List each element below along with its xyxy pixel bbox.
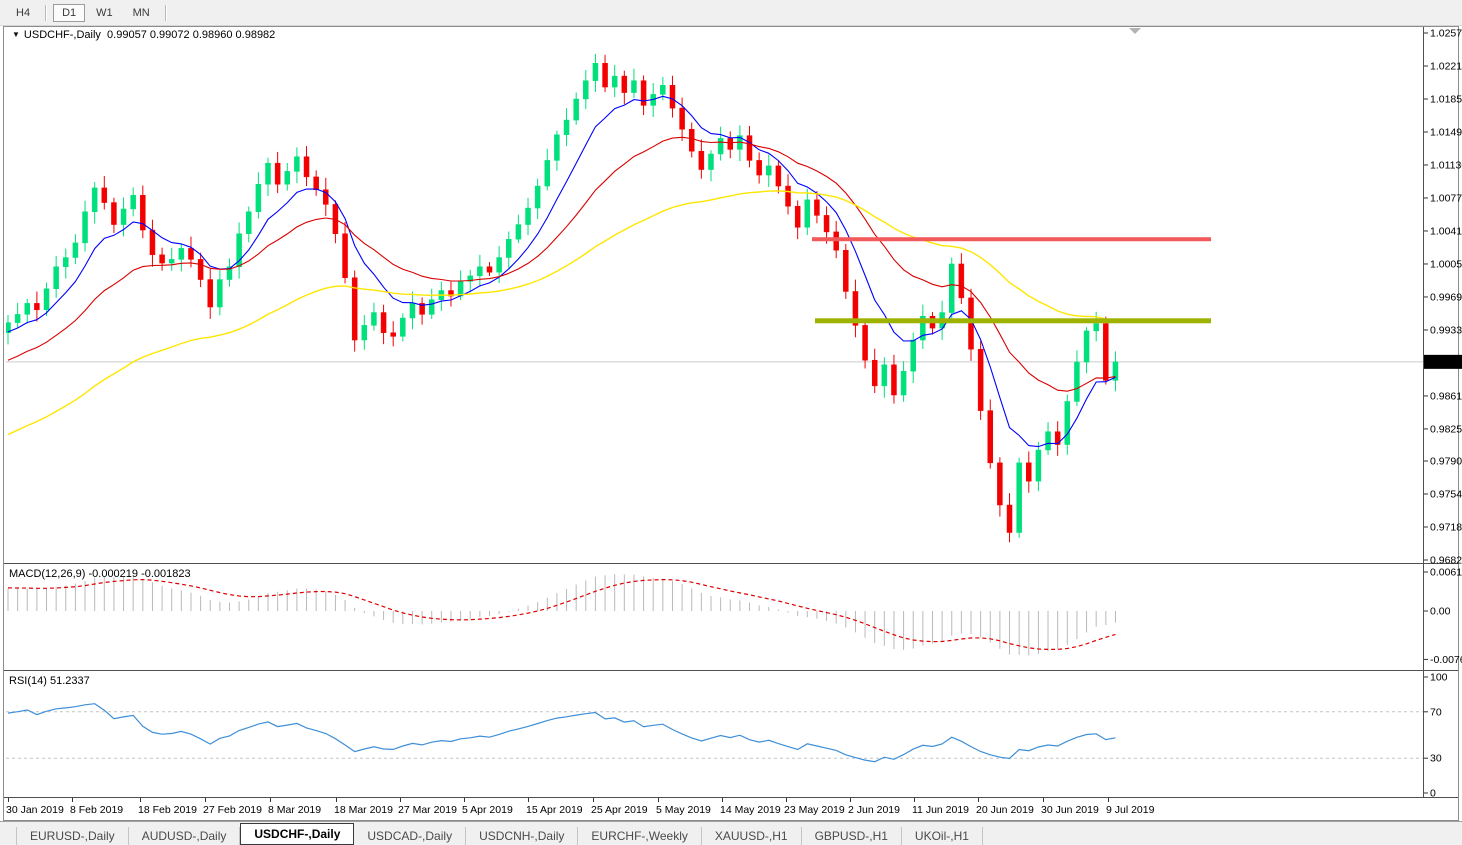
svg-text:9 Jul 2019: 9 Jul 2019 [1106, 804, 1155, 816]
tab-usdcnh-daily[interactable]: USDCNH-,Daily [466, 827, 579, 845]
svg-text:0.00: 0.00 [1430, 606, 1451, 618]
svg-text:-0.00761: -0.00761 [1430, 654, 1462, 666]
collapse-arrow-icon[interactable]: ▼ [12, 30, 20, 39]
svg-text:0.99690: 0.99690 [1430, 291, 1462, 303]
ohlc-high-value: 0.99072 [149, 29, 190, 41]
toolbar-separator [164, 4, 167, 21]
macd-main-value: -0.000219 [88, 568, 139, 580]
chart-shift-icon[interactable] [1129, 28, 1141, 34]
macd-axis: 0.00613 0.00 -0.00761 [1424, 567, 1462, 666]
svg-text:8 Mar 2019: 8 Mar 2019 [268, 804, 321, 816]
rsi-value: 51.2337 [49, 675, 90, 687]
timeframe-button-w1[interactable]: W1 [87, 4, 122, 22]
symbol-tab-bar: EURUSD-,Daily AUDUSD-,Daily USDCHF-,Daily U… [0, 821, 1462, 845]
svg-text:11 Jun 2019: 11 Jun 2019 [912, 804, 969, 816]
svg-text:100: 100 [1430, 672, 1448, 684]
macd-signal-line [7, 578, 1116, 651]
svg-text:0.00613: 0.00613 [1430, 567, 1462, 579]
date-axis: 30 Jan 2019 8 Feb 2019 18 Feb 2019 27 Feb 2… [6, 798, 1155, 816]
candles-layer [6, 53, 1119, 543]
rsi-axis: 100 70 30 0 [1424, 672, 1448, 800]
svg-text:30 Jan 2019: 30 Jan 2019 [6, 804, 64, 816]
macd-indicator-label: MACD(12,26,9) -0.000219 -0.001823 [9, 568, 191, 580]
svg-text:0: 0 [1430, 788, 1436, 800]
chart-symbol-label: USDCHF-,Daily [23, 29, 101, 41]
svg-text:1.01490: 1.01490 [1430, 126, 1462, 138]
svg-text:0.96820: 0.96820 [1430, 555, 1462, 567]
tab-ukoil-h1[interactable]: UKOil-,H1 [901, 827, 983, 845]
svg-text:23 May 2019: 23 May 2019 [784, 804, 845, 816]
svg-text:1.01130: 1.01130 [1430, 159, 1462, 171]
tab-usdcad-daily[interactable]: USDCAD-,Daily [354, 827, 467, 845]
svg-text:1.01850: 1.01850 [1430, 93, 1462, 105]
svg-text:14 May 2019: 14 May 2019 [720, 804, 781, 816]
rsi-indicator-name: RSI(14) [9, 675, 47, 687]
rsi-line [7, 703, 1116, 763]
svg-text:0.98610: 0.98610 [1430, 390, 1462, 402]
svg-text:30 Jun 2019: 30 Jun 2019 [1041, 804, 1099, 816]
ohlc-low-value: 0.98960 [192, 29, 233, 41]
timeframe-button-h4[interactable]: H4 [7, 4, 39, 22]
svg-text:27 Mar 2019: 27 Mar 2019 [398, 804, 457, 816]
svg-text:18 Mar 2019: 18 Mar 2019 [334, 804, 393, 816]
svg-text:5 May 2019: 5 May 2019 [656, 804, 711, 816]
resistance-line[interactable] [812, 237, 1211, 242]
svg-text:0.98250: 0.98250 [1430, 423, 1462, 435]
svg-text:1.02570: 1.02570 [1430, 28, 1462, 40]
toolbar-separator [45, 4, 48, 21]
tab-xauusd-h1[interactable]: XAUUSD-,H1 [701, 827, 802, 845]
ohlc-close-value: 0.98982 [235, 29, 276, 41]
tab-eurchf-weekly[interactable]: EURCHF-,Weekly [578, 827, 702, 845]
timeframe-toolbar: H4 D1 W1 MN [0, 0, 1462, 26]
svg-text:27 Feb 2019: 27 Feb 2019 [203, 804, 262, 816]
macd-signal-value: -0.001823 [141, 568, 191, 580]
price-axis: 1.02570 1.02210 1.01850 1.01490 1.01130 1.007… [1424, 28, 1462, 567]
support-line[interactable] [815, 318, 1211, 324]
svg-text:18 Feb 2019: 18 Feb 2019 [138, 804, 197, 816]
tab-usdchf-daily[interactable]: USDCHF-,Daily [240, 823, 355, 845]
svg-text:30: 30 [1430, 753, 1442, 765]
svg-text:1.00050: 1.00050 [1430, 258, 1462, 270]
trading-terminal-window: H4D1W1MN 1.025701.022101.018501.014901.0… [0, 0, 1462, 845]
svg-text:1.00770: 1.00770 [1430, 192, 1462, 204]
chart-title: ▼ USDCHF-,Daily 0.99057 0.99072 0.98960 0… [12, 29, 275, 41]
ohlc-open-value: 0.99057 [107, 29, 147, 41]
svg-text:1.00410: 1.00410 [1430, 225, 1462, 237]
svg-text:25 Apr 2019: 25 Apr 2019 [591, 804, 648, 816]
rsi-indicator-label: RSI(14) 51.2337 [9, 675, 90, 687]
svg-text:0.99330: 0.99330 [1430, 324, 1462, 336]
svg-text:1.02210: 1.02210 [1430, 60, 1462, 72]
tab-audusd-daily[interactable]: AUDUSD-,Daily [128, 827, 241, 845]
svg-text:5 Apr 2019: 5 Apr 2019 [462, 804, 513, 816]
svg-text:0.97180: 0.97180 [1430, 522, 1462, 534]
svg-text:0.97540: 0.97540 [1430, 489, 1462, 501]
macd-indicator-name: MACD(12,26,9) [9, 568, 86, 580]
svg-text:20 Jun 2019: 20 Jun 2019 [976, 804, 1034, 816]
tab-gbpusd-h1[interactable]: GBPUSD-,H1 [801, 827, 902, 845]
svg-text:8 Feb 2019: 8 Feb 2019 [70, 804, 123, 816]
timeframe-button-mn[interactable]: MN [124, 4, 159, 22]
svg-text:15 Apr 2019: 15 Apr 2019 [526, 804, 583, 816]
tab-eurusd-daily[interactable]: EURUSD-,Daily [16, 827, 129, 845]
svg-text:70: 70 [1430, 706, 1442, 718]
current-price-label: 0.98982 [1427, 356, 1462, 368]
macd-histogram [7, 574, 1116, 656]
timeframe-button-d1[interactable]: D1 [53, 3, 86, 22]
svg-text:2 Jun 2019: 2 Jun 2019 [848, 804, 900, 816]
svg-text:0.97900: 0.97900 [1430, 456, 1462, 468]
